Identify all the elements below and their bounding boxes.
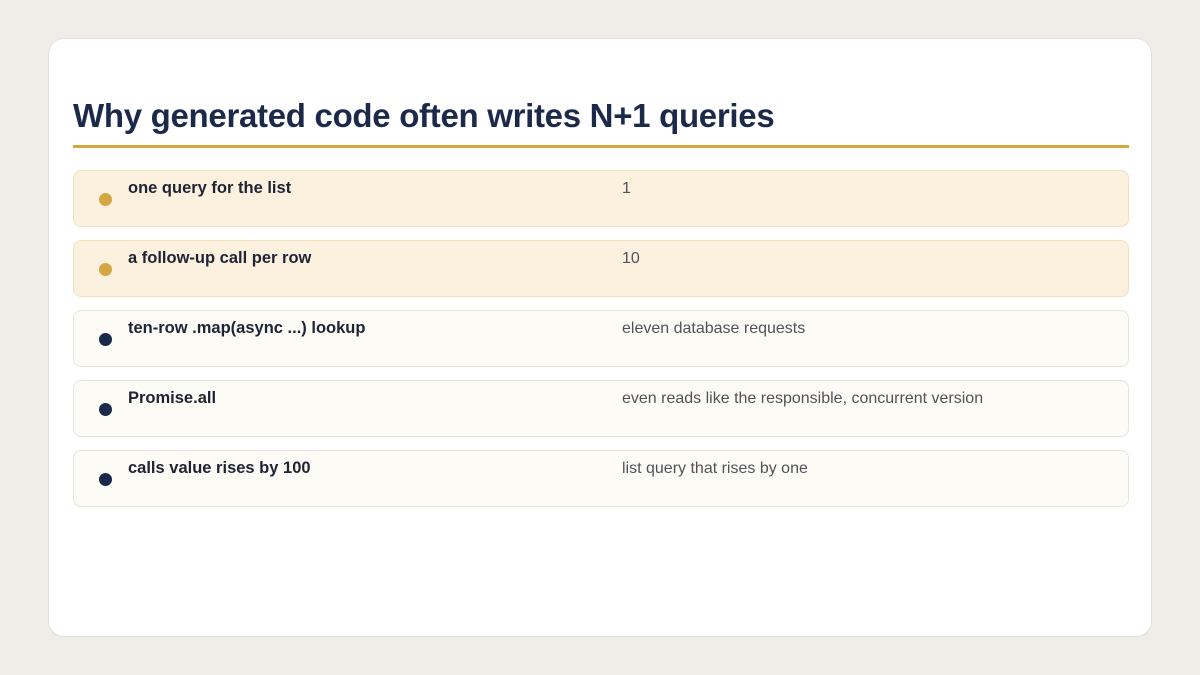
list-row: ten-row .map(async ...) lookup eleven da… (73, 310, 1129, 367)
list-row: Promise.all even reads like the responsi… (73, 380, 1129, 437)
row-label: ten-row .map(async ...) lookup (128, 319, 366, 337)
list-row: calls value rises by 100 list query that… (73, 450, 1129, 507)
row-value: 1 (622, 180, 631, 197)
row-label: calls value rises by 100 (128, 459, 311, 477)
title-underline (73, 145, 1129, 148)
row-label: Promise.all (128, 389, 217, 407)
list-row: one query for the list 1 (73, 170, 1129, 227)
row-value: eleven database requests (622, 320, 806, 337)
bullet-dot-icon (99, 403, 112, 416)
row-value: list query that rises by one (622, 460, 808, 477)
bullet-dot-icon (99, 263, 112, 276)
comparison-list: one query for the list 1 a follow-up cal… (73, 170, 1129, 520)
bullet-dot-icon (99, 333, 112, 346)
row-label: one query for the list (128, 179, 292, 197)
row-value: even reads like the responsible, concurr… (622, 390, 984, 407)
bullet-dot-icon (99, 193, 112, 206)
row-label: a follow-up call per row (128, 249, 312, 267)
slide-title: Why generated code often writes N+1 quer… (73, 97, 775, 134)
list-row: a follow-up call per row 10 (73, 240, 1129, 297)
bullet-dot-icon (99, 473, 112, 486)
slide-card: Why generated code often writes N+1 quer… (48, 38, 1152, 637)
row-value: 10 (622, 250, 640, 267)
